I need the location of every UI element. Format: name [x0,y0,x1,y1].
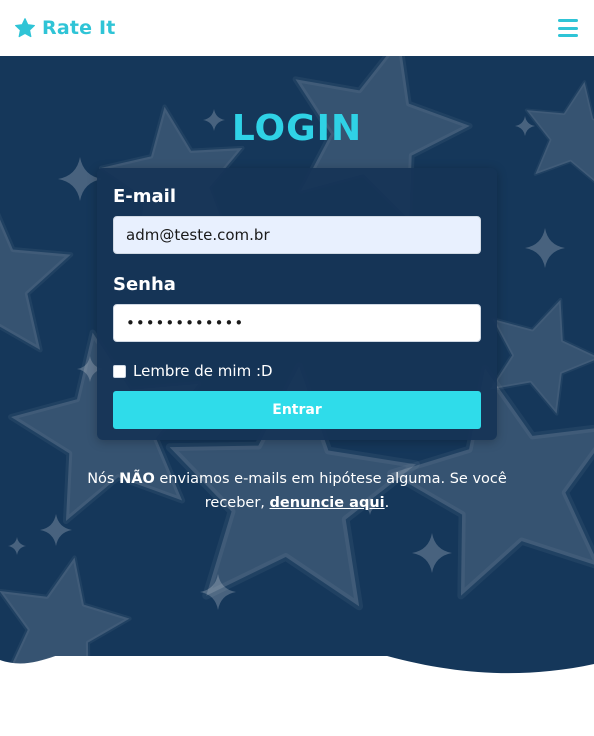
hamburger-menu-icon[interactable] [558,19,578,37]
remember-row: Lembre de mim :D [113,362,481,380]
report-link[interactable]: denuncie aqui [270,495,385,511]
wave-divider [0,656,594,676]
login-form: E-mail Senha Lembre de mim :D Entrar [97,168,497,440]
email-field[interactable] [113,216,481,254]
page-title: LOGIN [231,108,363,149]
submit-button[interactable]: Entrar [113,391,481,429]
brand-link[interactable]: Rate It [14,17,116,39]
notice-emphasis: NÃO [119,471,155,487]
notice-text-1: Nós [87,471,120,487]
remember-label[interactable]: Lembre de mim :D [133,362,273,380]
brand-name: Rate It [42,17,116,39]
email-label: E-mail [113,186,177,207]
password-label: Senha [113,274,176,295]
password-field[interactable] [113,304,481,342]
star-icon [15,18,35,38]
remember-checkbox[interactable] [113,364,126,378]
notice-text-3: . [384,495,390,511]
email-notice: Nós NÃO enviamos e-mails em hipótese alg… [60,467,534,515]
navbar: Rate It [0,0,594,56]
